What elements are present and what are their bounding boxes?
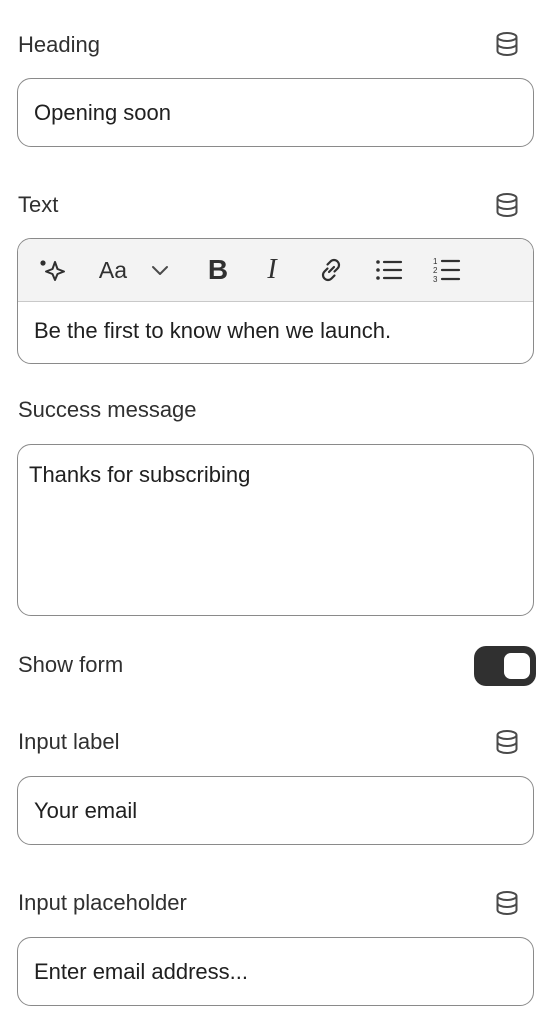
- success-message-textarea[interactable]: Thanks for subscribing: [17, 444, 534, 616]
- chevron-down-icon[interactable]: [146, 239, 174, 301]
- italic-button[interactable]: I: [256, 239, 288, 301]
- show-form-toggle[interactable]: [474, 646, 536, 686]
- rich-text-editor[interactable]: Aa B I 1 2 3 Be the first to know when w…: [17, 238, 534, 364]
- font-style-label: Aa: [98, 256, 128, 283]
- database-icon[interactable]: [495, 31, 519, 57]
- numbered-list-icon[interactable]: 123: [428, 239, 466, 301]
- toggle-knob: [504, 653, 530, 679]
- success-message-label: Success message: [18, 397, 197, 422]
- svg-text:1: 1: [433, 257, 438, 266]
- link-icon[interactable]: [314, 239, 348, 301]
- database-icon[interactable]: [495, 890, 519, 916]
- input-placeholder-value: Enter email address...: [34, 959, 248, 984]
- input-label-label: Input label: [18, 729, 120, 754]
- success-message-value: Thanks for subscribing: [29, 462, 251, 487]
- input-label-value: Your email: [34, 798, 138, 823]
- input-placeholder-label: Input placeholder: [18, 890, 187, 915]
- bullet-list-icon[interactable]: [370, 239, 408, 301]
- rich-text-content[interactable]: Be the first to know when we launch.: [34, 317, 391, 345]
- svg-text:2: 2: [433, 266, 438, 275]
- database-icon[interactable]: [495, 729, 519, 755]
- sparkle-icon[interactable]: [34, 239, 70, 301]
- bold-label: B: [207, 254, 229, 285]
- font-style-button[interactable]: Aa: [94, 239, 132, 301]
- heading-label: Heading: [18, 32, 100, 57]
- heading-value: Opening soon: [34, 100, 171, 125]
- italic-label: I: [267, 254, 277, 285]
- rich-text-toolbar: Aa B I 1 2 3: [18, 239, 533, 302]
- heading-input[interactable]: Opening soon: [17, 78, 534, 147]
- input-label-input[interactable]: Your email: [17, 776, 534, 845]
- bold-button[interactable]: B: [202, 239, 234, 301]
- text-label: Text: [18, 192, 59, 217]
- database-icon[interactable]: [495, 192, 519, 218]
- show-form-label: Show form: [18, 652, 124, 677]
- input-placeholder-input[interactable]: Enter email address...: [17, 937, 534, 1006]
- svg-text:3: 3: [433, 275, 438, 284]
